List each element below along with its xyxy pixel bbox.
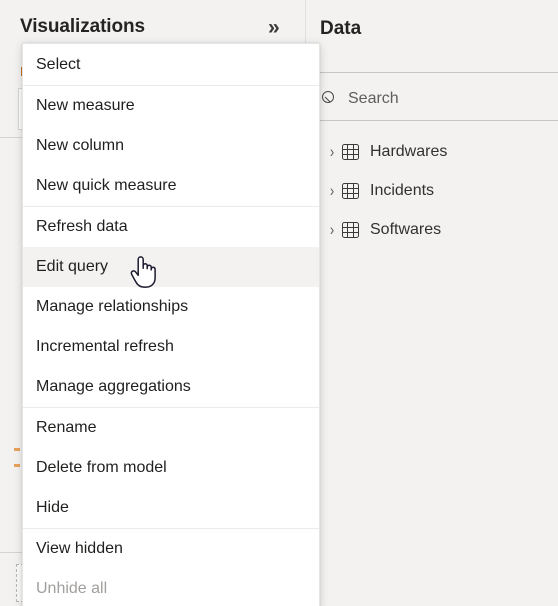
search-input[interactable]: Search	[320, 82, 558, 116]
data-panel-rule-top	[320, 72, 558, 73]
tree-item-label: Hardwares	[370, 142, 448, 160]
chevron-right-icon[interactable]: ›	[322, 182, 342, 198]
menu-item-label: Manage aggregations	[36, 378, 191, 395]
visualizations-marker-2	[14, 464, 20, 467]
tree-item-label: Softwares	[370, 220, 442, 238]
chevron-right-icon[interactable]: ›	[322, 221, 342, 237]
menu-item-label: Edit query	[36, 258, 109, 275]
menu-item-label: Refresh data	[36, 218, 128, 235]
menu-item-label: Delete from model	[36, 459, 167, 476]
menu-item-delete-from-model[interactable]: Delete from model	[23, 448, 319, 488]
menu-item-label: Incremental refresh	[36, 338, 174, 355]
data-panel-title: Data	[320, 18, 362, 39]
tree-item-incidents[interactable]: › Incidents	[320, 171, 558, 210]
menu-item-manage-aggregations[interactable]: Manage aggregations	[23, 367, 319, 407]
search-placeholder-text: Search	[348, 90, 399, 107]
menu-item-edit-query[interactable]: Edit query	[23, 247, 319, 287]
menu-item-label: Unhide all	[36, 580, 108, 597]
context-menu: Select New measure New column New quick …	[22, 43, 320, 606]
menu-item-hide[interactable]: Hide	[23, 488, 319, 528]
table-icon	[342, 221, 359, 238]
visualizations-marker-1	[14, 448, 20, 451]
menu-item-label: View hidden	[36, 540, 123, 557]
data-panel: Data Search › Hardwares › Incidents › So…	[306, 0, 558, 606]
search-icon	[322, 90, 339, 108]
menu-item-select[interactable]: Select	[23, 45, 319, 85]
menu-item-new-column[interactable]: New column	[23, 126, 319, 166]
menu-item-label: Manage relationships	[36, 298, 189, 315]
table-icon	[342, 143, 359, 160]
menu-item-new-measure[interactable]: New measure	[23, 86, 319, 126]
visualizations-panel-title: Visualizations	[20, 16, 145, 37]
menu-item-view-hidden[interactable]: View hidden	[23, 529, 319, 569]
data-tree: › Hardwares › Incidents › Softwares	[320, 132, 558, 249]
menu-item-refresh-data[interactable]: Refresh data	[23, 207, 319, 247]
app-window: Visualizations » B Data Search ›	[0, 0, 558, 606]
data-panel-rule-bottom	[320, 120, 558, 121]
tree-item-hardwares[interactable]: › Hardwares	[320, 132, 558, 171]
menu-item-label: Hide	[36, 499, 69, 516]
menu-item-manage-relationships[interactable]: Manage relationships	[23, 287, 319, 327]
menu-item-label: New quick measure	[36, 177, 177, 194]
chevron-right-icon[interactable]: ›	[322, 143, 342, 159]
menu-item-new-quick-measure[interactable]: New quick measure	[23, 166, 319, 206]
menu-item-label: Select	[36, 56, 81, 73]
chevron-double-right-icon[interactable]: »	[268, 17, 280, 38]
menu-item-label: New column	[36, 137, 125, 154]
menu-item-label: New measure	[36, 97, 135, 114]
menu-item-label: Rename	[36, 419, 97, 436]
table-icon	[342, 182, 359, 199]
menu-item-rename[interactable]: Rename	[23, 408, 319, 448]
menu-item-incremental-refresh[interactable]: Incremental refresh	[23, 327, 319, 367]
menu-item-unhide-all: Unhide all	[23, 569, 319, 606]
tree-item-label: Incidents	[370, 181, 435, 199]
tree-item-softwares[interactable]: › Softwares	[320, 210, 558, 249]
